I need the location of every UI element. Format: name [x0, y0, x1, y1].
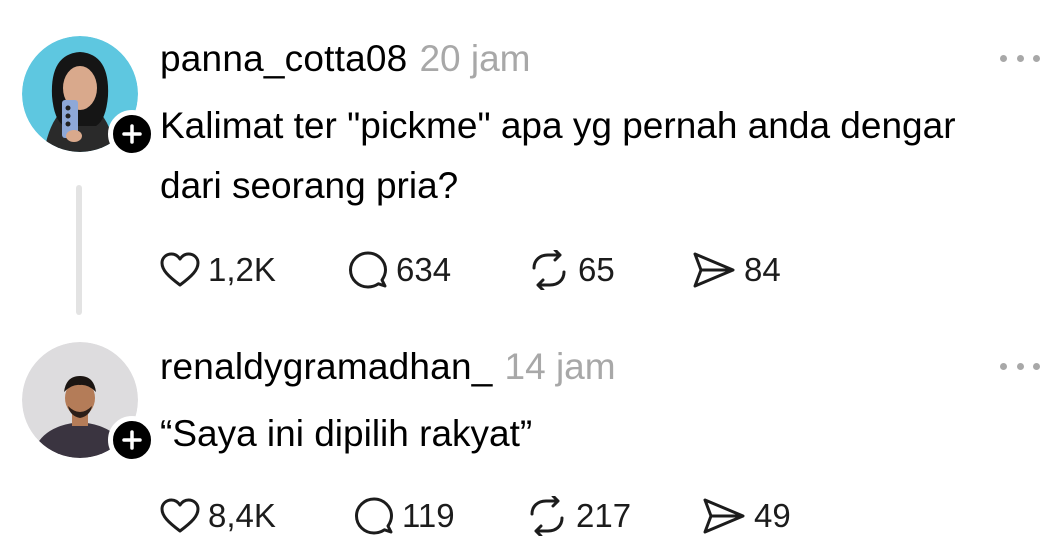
share-button[interactable]: 84: [692, 248, 812, 292]
post-text-line: “Saya ini dipilih rakyat”: [160, 413, 533, 454]
more-options-button[interactable]: [1000, 48, 1040, 68]
post-text-line: Kalimat ter "pickme" apa yg pernah anda …: [160, 105, 956, 146]
follow-button[interactable]: [108, 110, 156, 158]
thread-post: renaldygramadhan_ 14 jam “Saya ini dipil…: [0, 330, 1060, 558]
post-header: panna_cotta08 20 jam: [160, 38, 531, 80]
comment-icon: [355, 497, 393, 535]
post-time: 20 jam: [419, 38, 531, 79]
like-button[interactable]: 8,4K: [160, 494, 354, 538]
reply-count: 634: [396, 251, 452, 288]
repost-icon: [530, 496, 564, 536]
post-text: Kalimat ter "pickme" apa yg pernah anda …: [160, 96, 1040, 216]
plus-icon: [122, 430, 142, 450]
repost-count: 217: [576, 497, 632, 534]
like-button[interactable]: 1,2K: [160, 248, 348, 292]
like-count: 8,4K: [208, 497, 276, 534]
send-icon: [693, 252, 735, 288]
post-header: renaldygramadhan_ 14 jam: [160, 346, 616, 388]
comment-icon: [349, 251, 387, 289]
share-button[interactable]: 49: [702, 494, 822, 538]
follow-button[interactable]: [108, 416, 156, 464]
avatar[interactable]: [22, 36, 156, 158]
avatar[interactable]: [22, 342, 156, 464]
share-count: 49: [754, 497, 791, 534]
repost-button[interactable]: 65: [528, 248, 692, 292]
post-text: “Saya ini dipilih rakyat”: [160, 404, 1040, 464]
reply-button[interactable]: 119: [354, 494, 526, 538]
more-options-icon: [1000, 362, 1007, 370]
username[interactable]: renaldygramadhan_: [160, 346, 493, 388]
post-actions: 1,2K 634 65 84: [160, 248, 812, 292]
username[interactable]: panna_cotta08: [160, 38, 407, 80]
repost-count: 65: [578, 251, 615, 288]
share-count: 84: [744, 251, 781, 288]
reply-button[interactable]: 634: [348, 248, 528, 292]
reply-count: 119: [402, 497, 455, 534]
more-options-button[interactable]: [1000, 356, 1040, 376]
post-text-line: dari seorang pria?: [160, 165, 459, 206]
post-actions: 8,4K 119 217 49: [160, 494, 822, 538]
like-count: 1,2K: [208, 251, 276, 288]
more-options-icon: [1000, 54, 1007, 62]
repost-button[interactable]: 217: [526, 494, 702, 538]
heart-icon: [160, 498, 200, 533]
post-time: 14 jam: [504, 346, 616, 387]
plus-icon: [122, 124, 142, 144]
thread-post: panna_cotta08 20 jam Kalimat ter "pickme…: [0, 0, 1060, 330]
thread-connector-line: [76, 185, 82, 315]
repost-icon: [532, 250, 566, 290]
send-icon: [703, 498, 745, 534]
heart-icon: [160, 252, 200, 287]
